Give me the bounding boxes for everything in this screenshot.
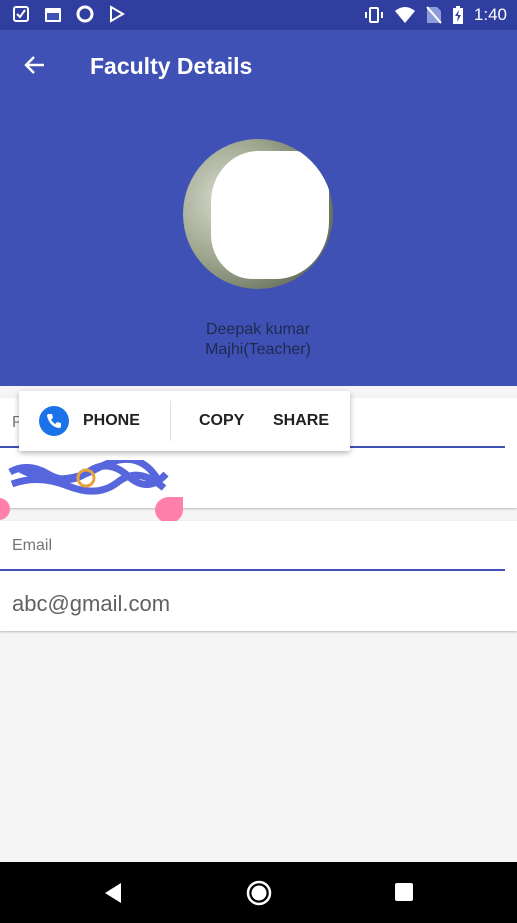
copy-label: COPY [199, 412, 245, 429]
email-field-value[interactable]: abc@gmail.com [12, 591, 170, 617]
nav-home-button[interactable] [245, 879, 273, 912]
nav-back-button[interactable] [103, 882, 123, 909]
no-sim-icon [426, 6, 442, 24]
navigation-bar [0, 862, 517, 923]
email-field-underline [0, 569, 505, 571]
selection-handle-end[interactable] [155, 497, 183, 523]
phone-action-button[interactable]: PHONE [39, 391, 140, 451]
app-bar: Faculty Details Deepak kumar Majhi(Teach… [0, 30, 517, 386]
status-time: 1:40 [473, 5, 507, 24]
home-icon [246, 880, 272, 906]
email-field-label: Email [12, 537, 53, 554]
status-left-icons [12, 5, 126, 23]
circle-icon [76, 5, 94, 23]
popup-divider [170, 401, 171, 441]
wifi-icon [394, 7, 415, 23]
checklist-icon [13, 6, 29, 22]
faculty-name: Deepak kumar Majhi(Teacher) [205, 321, 311, 358]
recents-icon[interactable] [395, 883, 413, 901]
text-selection-popup: PHONE COPY SHARE [19, 391, 350, 451]
share-label: SHARE [273, 412, 330, 429]
page-title: Faculty Details [90, 53, 253, 79]
battery-charging-icon [452, 6, 463, 24]
play-store-icon [110, 5, 125, 23]
back-button[interactable] [22, 52, 48, 78]
phone-action-label: PHONE [83, 412, 140, 429]
email-field[interactable]: Email abc@gmail.com [0, 521, 517, 631]
vibrate-icon [364, 7, 383, 23]
phone-icon [39, 406, 69, 436]
status-bar: 1:40 [0, 0, 517, 30]
status-right-icons: 1:40 [364, 5, 507, 25]
avatar[interactable] [183, 139, 333, 289]
share-button[interactable]: SHARE [273, 391, 329, 451]
avatar-redaction [211, 151, 329, 279]
back-icon [105, 883, 121, 903]
arrow-back-icon [24, 56, 44, 74]
calendar-icon [45, 8, 61, 22]
copy-button[interactable]: COPY [199, 391, 244, 451]
